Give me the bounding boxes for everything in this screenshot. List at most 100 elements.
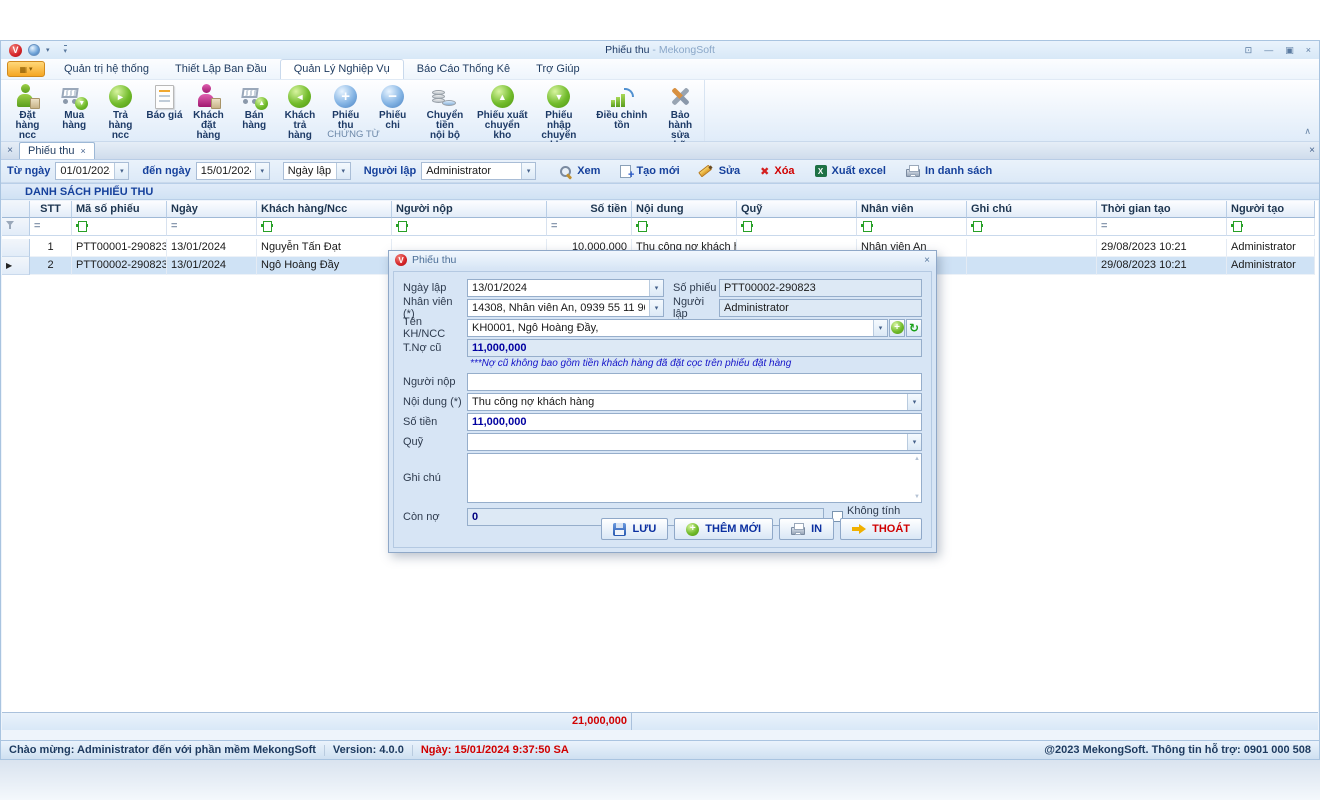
row-indicator-header[interactable] [2,201,30,218]
column-header-1[interactable]: STT [30,201,72,218]
grid-total-row: 21,000,000 [2,712,1318,730]
scroll-down-icon[interactable]: ▼ [914,494,920,500]
noi-dung-combo[interactable]: Thu công nợ khách hàng▾ [467,393,922,411]
filter-cell-3[interactable]: = [167,218,257,236]
ribbon-item-dieu-chinh-ton[interactable]: Điều chỉnh tồn [587,82,656,132]
ribbon-item-bao-gia[interactable]: Báo giá [142,82,186,122]
from-date-dropdown-icon[interactable]: ▾ [114,163,128,179]
tab-close-left-button[interactable]: × [1,143,19,159]
filter-cell-9[interactable] [857,218,967,236]
menu-tab-2[interactable]: Quản Lý Nghiệp Vụ [280,59,404,79]
tao-moi-button[interactable]: +Tạo mới [612,163,687,180]
column-header-5[interactable]: Người nộp [392,201,547,218]
in-danh-sach-button[interactable]: In danh sách [898,163,1000,179]
new-doc-icon: + [620,165,631,178]
quy-combo[interactable]: ▾ [467,433,922,451]
column-header-7[interactable]: Nội dung [632,201,737,218]
receipt-dialog: V Phiếu thu × Ngày lập 13/01/2024▾ Số ph… [388,250,937,553]
filter-cell-4[interactable] [257,218,392,236]
to-date-dropdown-icon[interactable]: ▾ [255,163,269,179]
filter-cell-0[interactable] [2,218,30,236]
thoat-button[interactable]: THOÁT [840,518,922,540]
to-date-input[interactable]: 15/01/2024▾ [196,162,270,180]
noi-dung-dropdown-icon[interactable]: ▾ [907,394,921,410]
xem-button[interactable]: Xem [551,163,608,180]
date-field-dropdown-icon[interactable]: ▾ [336,163,350,179]
filter-cell-12[interactable] [1227,218,1315,236]
so-tien-input[interactable]: 11,000,000 [467,413,922,431]
filter-cell-11[interactable]: = [1097,218,1227,236]
ribbon-item-phieu-thu[interactable]: +Phiếu thu [322,82,369,132]
filter-cell-1[interactable]: = [30,218,72,236]
nhan-vien-combo[interactable]: 14308, Nhân viên An, 0939 55 11 90▾ [467,299,664,317]
nguoi-lap-field: Administrator [719,299,922,317]
filter-cell-10[interactable] [967,218,1097,236]
t-no-cu-label: T.Nợ cũ [403,342,467,354]
filter-cell-2[interactable] [72,218,167,236]
maximize-button[interactable]: ▣ [1285,44,1294,56]
ngay-lap-combo[interactable]: 13/01/2024▾ [467,279,664,297]
tab-close-icon[interactable]: × [80,146,85,156]
ribbon-item-ban-hang[interactable]: ▲Bán hàng [230,82,277,132]
quick-access-dropdown-icon[interactable]: ▾ [46,46,50,54]
filter-actions: Xem+Tạo mới Sửa✖Xóa XXuất excelIn danh sác… [551,163,1000,180]
text-filter-icon [636,221,648,231]
creator-selector[interactable]: Administrator▾ [421,162,536,180]
dialog-body: Ngày lập 13/01/2024▾ Số phiếu PTT00002-2… [393,271,932,548]
dialog-close-icon[interactable]: × [924,255,930,266]
menu-tab-3[interactable]: Báo Cáo Thống Kê [404,60,523,79]
column-header-4[interactable]: Khách hàng/Ncc [257,201,392,218]
nguoi-nop-input[interactable] [467,373,922,391]
add-customer-button[interactable]: + [889,319,905,337]
application-button[interactable]: ▦▾ [7,61,45,77]
menu-tab-0[interactable]: Quản trị hệ thống [51,60,162,79]
ribbon-item-phieu-chi[interactable]: −Phiếu chi [369,82,415,132]
column-header-3[interactable]: Ngày [167,201,257,218]
menu-tab-4[interactable]: Trợ Giúp [523,60,592,79]
customize-toolbar-icon[interactable]: ▾ [64,45,68,55]
xoa-button[interactable]: ✖Xóa [752,163,802,180]
filter-cell-7[interactable] [632,218,737,236]
text-filter-icon [261,221,273,231]
column-header-6[interactable]: Số tiền [547,201,632,218]
delete-x-icon: ✖ [760,165,769,178]
ten-kh-ncc-dropdown-icon[interactable]: ▾ [873,320,887,336]
them-moi-button[interactable]: +THÊM MỚI [674,518,773,540]
sua-button[interactable]: Sửa [692,163,748,180]
column-header-11[interactable]: Thời gian tạo [1097,201,1227,218]
minimize-button[interactable]: — [1264,44,1273,56]
ribbon-item-mua-hang[interactable]: ▼Mua hàng [50,82,99,132]
dialog-title-bar[interactable]: V Phiếu thu × [389,251,936,269]
dialog-buttons: LƯU +THÊM MỚI IN THOÁT [601,518,922,540]
from-date-input[interactable]: 01/01/2024▾ [55,162,129,180]
quy-dropdown-icon[interactable]: ▾ [907,434,921,450]
collapse-ribbon-icon[interactable]: ∧ [1304,126,1311,137]
in-button[interactable]: IN [779,518,834,540]
ten-kh-ncc-combo[interactable]: KH0001, Ngô Hoàng Đầy,▾ [467,319,888,337]
filter-cell-5[interactable] [392,218,547,236]
refresh-customer-button[interactable]: ↻ [906,319,922,337]
filter-cell-6[interactable]: = [547,218,632,236]
pin-window-button[interactable]: ⊡ [1245,44,1253,56]
column-header-8[interactable]: Quỹ [737,201,857,218]
column-header-10[interactable]: Ghi chú [967,201,1097,218]
xuat-excel-button[interactable]: XXuất excel [807,163,894,179]
column-header-2[interactable]: Mã số phiếu [72,201,167,218]
filter-cell-8[interactable] [737,218,857,236]
date-field-selector[interactable]: Ngày lập▾ [283,162,351,180]
nhan-vien-dropdown-icon[interactable]: ▾ [649,300,663,316]
so-phieu-label: Số phiếu [664,282,719,294]
close-button[interactable]: × [1306,44,1311,56]
column-header-9[interactable]: Nhân viên [857,201,967,218]
tab-phieu-thu[interactable]: Phiếu thu × [19,142,95,159]
quick-access-icon[interactable] [28,44,40,56]
luu-button[interactable]: LƯU [601,518,668,540]
scroll-up-icon[interactable]: ▲ [914,456,920,462]
ghi-chu-textarea[interactable]: ▲▼ [467,453,922,503]
cell: Ngô Hoàng Đầy [257,257,392,275]
creator-dropdown-icon[interactable]: ▾ [521,163,535,179]
tab-close-right-button[interactable]: × [1297,143,1315,159]
column-header-12[interactable]: Người tạo [1227,201,1315,218]
menu-tab-1[interactable]: Thiết Lập Ban Đầu [162,60,280,79]
ngay-lap-dropdown-icon[interactable]: ▾ [649,280,663,296]
